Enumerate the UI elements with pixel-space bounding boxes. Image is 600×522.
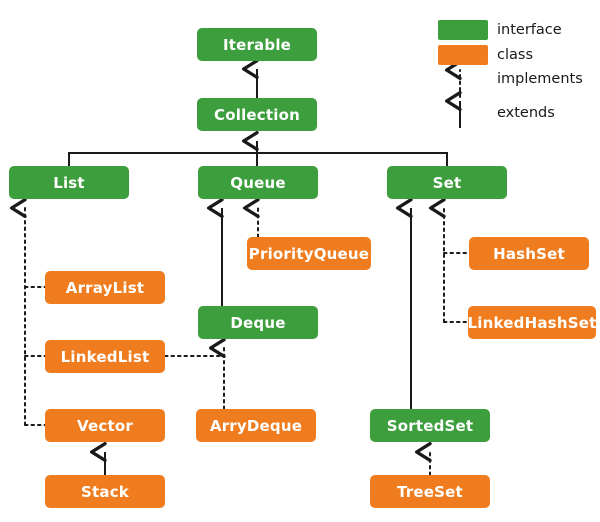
legend-label-class: class bbox=[497, 47, 533, 63]
legend-label-implements: implements bbox=[497, 71, 583, 87]
legend-swatch-class bbox=[438, 45, 488, 65]
legend: interface class implements extends bbox=[0, 0, 600, 522]
diagram-canvas: Iterable Collection List Queue Set Array… bbox=[0, 0, 600, 522]
legend-swatch-interface bbox=[438, 20, 488, 40]
legend-label-extends: extends bbox=[497, 105, 555, 121]
legend-label-interface: interface bbox=[497, 22, 562, 38]
